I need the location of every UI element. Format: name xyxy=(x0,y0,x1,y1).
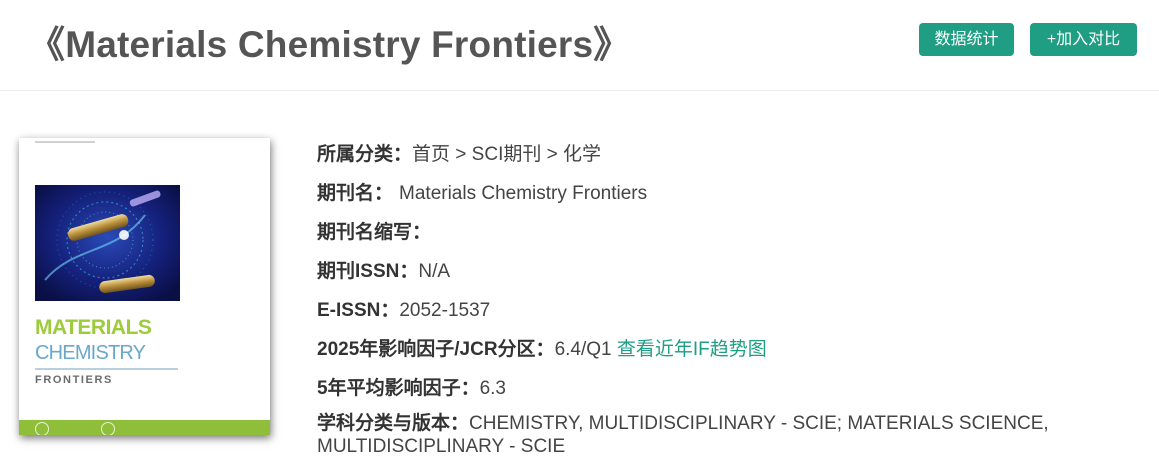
issn-row: 期刊ISSN：N/A xyxy=(317,256,450,283)
journal-name-row: 期刊名： Materials Chemistry Frontiers xyxy=(317,178,647,205)
impact-factor-row: 2025年影响因子/JCR分区：6.4/Q1 查看近年IF趋势图 xyxy=(317,334,767,361)
issn-value: N/A xyxy=(418,261,451,282)
cover-title-materials: MATERIALS xyxy=(35,316,152,339)
five-year-if-row: 5年平均影响因子：6.3 xyxy=(317,373,506,400)
journal-name-value: Materials Chemistry Frontiers xyxy=(399,183,648,204)
subject-label: 学科分类与版本： xyxy=(317,413,470,434)
five-year-if-label: 5年平均影响因子： xyxy=(317,378,480,399)
five-year-if-value: 6.3 xyxy=(479,378,506,399)
category-row: 所属分类：首页 > SCI期刊 > 化学 xyxy=(317,139,601,166)
cover-title-frontiers: FRONTIERS xyxy=(35,374,113,386)
impact-factor-label: 2025年影响因子/JCR分区： xyxy=(317,339,555,360)
eissn-row: E-ISSN：2052-1537 xyxy=(317,295,490,322)
journal-cover-image: MATERIALS CHEMISTRY FRONTIERS xyxy=(19,138,270,435)
cover-top-line xyxy=(35,141,95,143)
category-label: 所属分类： xyxy=(317,144,413,165)
journal-title: 《Materials Chemistry Frontiers》 xyxy=(28,24,631,65)
if-trend-link[interactable]: 查看近年IF趋势图 xyxy=(617,339,767,360)
category-breadcrumb[interactable]: 首页 > SCI期刊 > 化学 xyxy=(412,144,601,165)
publisher-logo-icon xyxy=(35,422,49,435)
society-logo-icon xyxy=(101,422,115,435)
eissn-label: E-ISSN： xyxy=(317,300,400,321)
subject-row: 学科分类与版本：CHEMISTRY, MULTIDISCIPLINARY - S… xyxy=(317,412,1147,458)
impact-factor-value: 6.4/Q1 xyxy=(554,339,612,360)
cover-bottom-band xyxy=(19,420,270,435)
eissn-value: 2052-1537 xyxy=(399,300,491,321)
data-statistics-button[interactable]: 数据统计 xyxy=(919,23,1014,56)
journal-name-label: 期刊名： xyxy=(317,183,394,204)
add-to-compare-button[interactable]: +加入对比 xyxy=(1030,23,1137,56)
page-header: 《Materials Chemistry Frontiers》 数据统计 +加入… xyxy=(0,0,1159,91)
cover-artwork xyxy=(35,185,180,301)
cover-title-chemistry: CHEMISTRY xyxy=(35,342,146,364)
cover-divider xyxy=(35,368,178,370)
abbreviation-label: 期刊名缩写： xyxy=(317,222,432,243)
issn-label: 期刊ISSN： xyxy=(317,261,419,282)
abbreviation-row: 期刊名缩写： xyxy=(317,217,431,244)
